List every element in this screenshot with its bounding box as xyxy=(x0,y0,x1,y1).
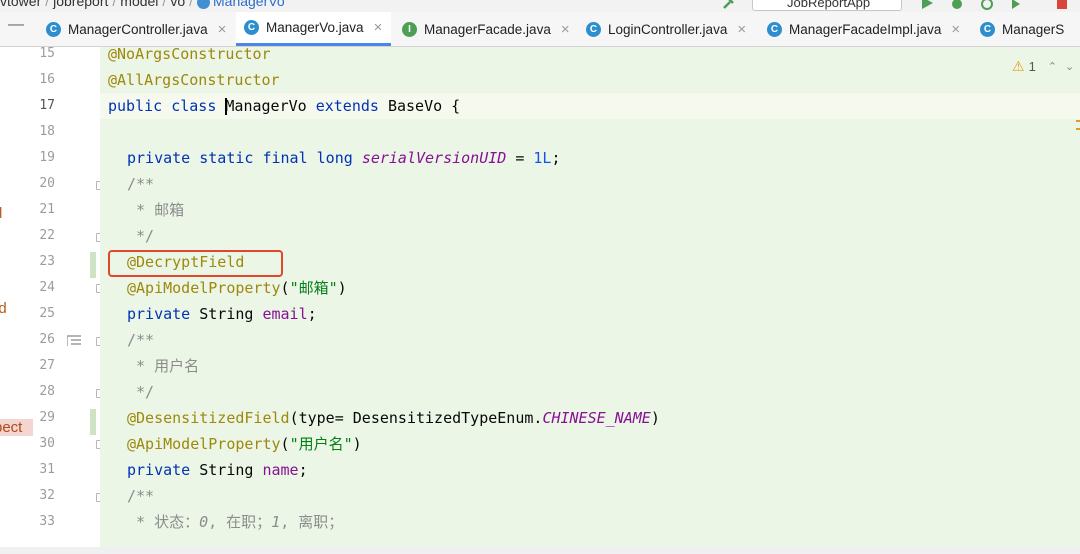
profile-icon[interactable] xyxy=(1010,0,1024,10)
debug-icon[interactable] xyxy=(950,0,964,10)
close-icon[interactable]: × xyxy=(374,19,383,36)
line-number: 23 xyxy=(39,254,55,269)
close-icon[interactable]: × xyxy=(737,21,746,38)
code-line-17: public class ManagerVo extends BaseVo { xyxy=(108,97,461,115)
line-number: 29 xyxy=(39,410,55,425)
code-line-24: @ApiModelProperty("邮箱") xyxy=(127,279,347,297)
change-marker xyxy=(90,252,96,278)
class-icon: C xyxy=(244,20,259,35)
class-icon: C xyxy=(586,21,601,37)
line-number-gutter: 15 16 17 18 19 20 21 22 23 24 25 26 27 2… xyxy=(33,46,105,554)
stop-icon[interactable] xyxy=(1055,0,1069,10)
warning-count: 1 xyxy=(1028,59,1036,74)
interface-icon: I xyxy=(402,21,417,37)
code-line-20: /** xyxy=(127,175,155,193)
breadcrumb-item-current[interactable]: ManagerVo xyxy=(213,0,285,9)
code-line-27: * 用户名 xyxy=(127,357,200,375)
tab-managerfacade[interactable]: I ManagerFacade.java × xyxy=(398,12,577,46)
tab-managervo[interactable]: C ManagerVo.java × xyxy=(236,12,391,46)
vertical-scrollbar[interactable] xyxy=(1074,47,1080,554)
code-line-22: */ xyxy=(127,227,155,245)
class-icon xyxy=(197,0,210,9)
breadcrumb-item[interactable]: jobreport xyxy=(53,0,108,9)
line-number: 26 xyxy=(39,332,55,347)
line-number: 25 xyxy=(39,306,55,321)
tab-managers[interactable]: C ManagerS xyxy=(976,12,1080,46)
editor-tab-bar: — C ManagerController.java × C ManagerVo… xyxy=(0,12,1080,47)
line-number: 24 xyxy=(39,280,55,295)
tab-managercontroller[interactable]: C ManagerController.java × xyxy=(40,12,236,46)
code-line-16: @AllArgsConstructor xyxy=(108,71,280,89)
coverage-icon[interactable] xyxy=(980,0,994,10)
tab-list-menu-icon[interactable]: — xyxy=(8,16,24,34)
line-number: 22 xyxy=(39,228,55,243)
highlight-box xyxy=(108,250,283,277)
warning-stripe[interactable] xyxy=(1076,120,1080,122)
code-line-19: private static final long serialVersionU… xyxy=(127,149,561,167)
code-line-15: @NoArgsConstructor xyxy=(108,47,271,63)
run-configuration-select[interactable]: JobReportApp xyxy=(752,0,902,11)
class-icon: C xyxy=(767,21,782,37)
code-line-29: @DesensitizedField(type= DesensitizedTyp… xyxy=(127,409,660,427)
navigation-bar: vtower / jobreport / model / vo / ManagerVo JobR… xyxy=(0,0,1080,12)
tab-label: ManagerS xyxy=(1002,21,1065,37)
horizontal-scrollbar[interactable] xyxy=(0,547,1080,554)
code-line-21: * 邮箱 xyxy=(127,201,185,219)
close-icon[interactable]: × xyxy=(951,21,960,38)
line-number: 30 xyxy=(39,436,55,451)
code-line-26: /** xyxy=(127,331,155,349)
close-icon[interactable]: × xyxy=(561,21,570,38)
code-line-30: @ApiModelProperty("用户名") xyxy=(127,435,362,453)
warning-stripe[interactable] xyxy=(1076,128,1080,130)
chevron-down-icon[interactable]: ⌄ xyxy=(1065,60,1074,73)
run-icon[interactable] xyxy=(920,0,934,10)
close-icon[interactable]: × xyxy=(218,21,227,38)
tab-managerfacadeimpl[interactable]: C ManagerFacadeImpl.java × xyxy=(763,12,979,46)
code-line-25: private String email; xyxy=(127,305,317,323)
hammer-icon[interactable] xyxy=(722,0,736,10)
chevron-up-icon[interactable]: ⌃ xyxy=(1048,60,1057,73)
doc-render-icon[interactable] xyxy=(67,335,81,347)
tab-label: ManagerVo.java xyxy=(266,20,364,35)
class-icon: C xyxy=(980,21,995,37)
line-number: 33 xyxy=(39,514,55,529)
line-number: 19 xyxy=(39,150,55,165)
change-marker xyxy=(90,409,96,435)
project-tree-item-selected[interactable]: pect xyxy=(0,419,33,436)
line-number: 15 xyxy=(39,46,55,61)
run-configuration-label: JobReportApp xyxy=(787,0,871,10)
breadcrumb-item[interactable]: vtower xyxy=(0,0,41,9)
line-number: 20 xyxy=(39,176,55,191)
project-tree-item[interactable]: d xyxy=(0,205,33,222)
code-editor[interactable]: @NoArgsConstructor @AllArgsConstructor p… xyxy=(100,47,1080,554)
line-number: 16 xyxy=(39,72,55,87)
warning-icon: ⚠ xyxy=(1012,58,1025,74)
tab-label: ManagerController.java xyxy=(68,21,208,37)
line-number: 31 xyxy=(39,462,55,477)
breadcrumb: vtower / jobreport / model / vo / ManagerVo xyxy=(0,0,285,9)
code-line-32: /** xyxy=(127,487,155,505)
line-number: 18 xyxy=(39,124,55,139)
breadcrumb-item[interactable]: model xyxy=(120,0,158,9)
line-number: 32 xyxy=(39,488,55,503)
project-panel: t d ed pect xyxy=(0,47,34,554)
project-tree-item[interactable]: t xyxy=(0,133,33,150)
breadcrumb-item[interactable]: vo xyxy=(170,0,185,9)
tab-label: LoginController.java xyxy=(608,21,728,37)
tab-label: ManagerFacade.java xyxy=(424,21,551,37)
line-number: 27 xyxy=(39,358,55,373)
project-tree-item[interactable]: ed xyxy=(0,300,33,317)
line-number: 17 xyxy=(39,98,55,113)
code-line-33: * 状态：0, 在职；1, 离职； xyxy=(127,513,344,531)
code-line-31: private String name; xyxy=(127,461,308,479)
tab-label: ManagerFacadeImpl.java xyxy=(789,21,942,37)
line-number: 21 xyxy=(39,202,55,217)
tab-logincontroller[interactable]: C LoginController.java × xyxy=(582,12,764,46)
class-icon: C xyxy=(46,21,61,37)
inspection-widget[interactable]: ⚠ 1 ⌃ ⌄ xyxy=(1012,58,1074,75)
line-number: 28 xyxy=(39,384,55,399)
code-line-28: */ xyxy=(127,383,155,401)
